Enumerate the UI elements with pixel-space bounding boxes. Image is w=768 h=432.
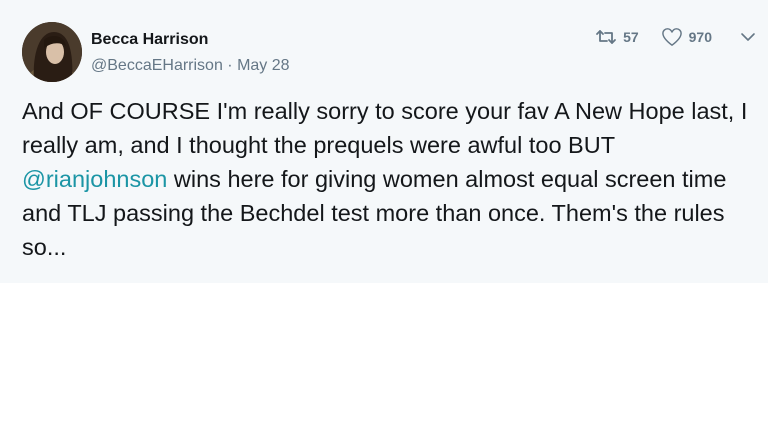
tweet-text: And OF COURSE I'm really sorry to score … (22, 94, 752, 264)
tweet-card: Becca Harrison @BeccaEHarrison · May 28 … (0, 0, 768, 283)
tweet-menu-button[interactable] (740, 32, 756, 42)
tweet-actions: 57 970 (595, 26, 756, 48)
tweet-date[interactable]: May 28 (237, 57, 289, 74)
meta-separator: · (227, 57, 233, 74)
avatar[interactable] (22, 22, 82, 82)
tweet-text-before: And OF COURSE I'm really sorry to score … (22, 98, 748, 158)
heart-icon (661, 28, 682, 46)
author-meta: @BeccaEHarrison · May 28 (91, 57, 290, 75)
retweet-icon (596, 30, 616, 44)
author-name[interactable]: Becca Harrison (91, 31, 208, 49)
retweet-count: 57 (623, 29, 639, 45)
chevron-down-icon (741, 33, 755, 41)
like-count: 970 (688, 29, 712, 45)
author-handle[interactable]: @BeccaEHarrison (91, 57, 223, 74)
avatar-image (22, 22, 82, 82)
like-button[interactable]: 970 (661, 27, 712, 47)
retweet-button[interactable]: 57 (595, 28, 639, 46)
mention-link[interactable]: @rianjohnson (22, 166, 167, 192)
